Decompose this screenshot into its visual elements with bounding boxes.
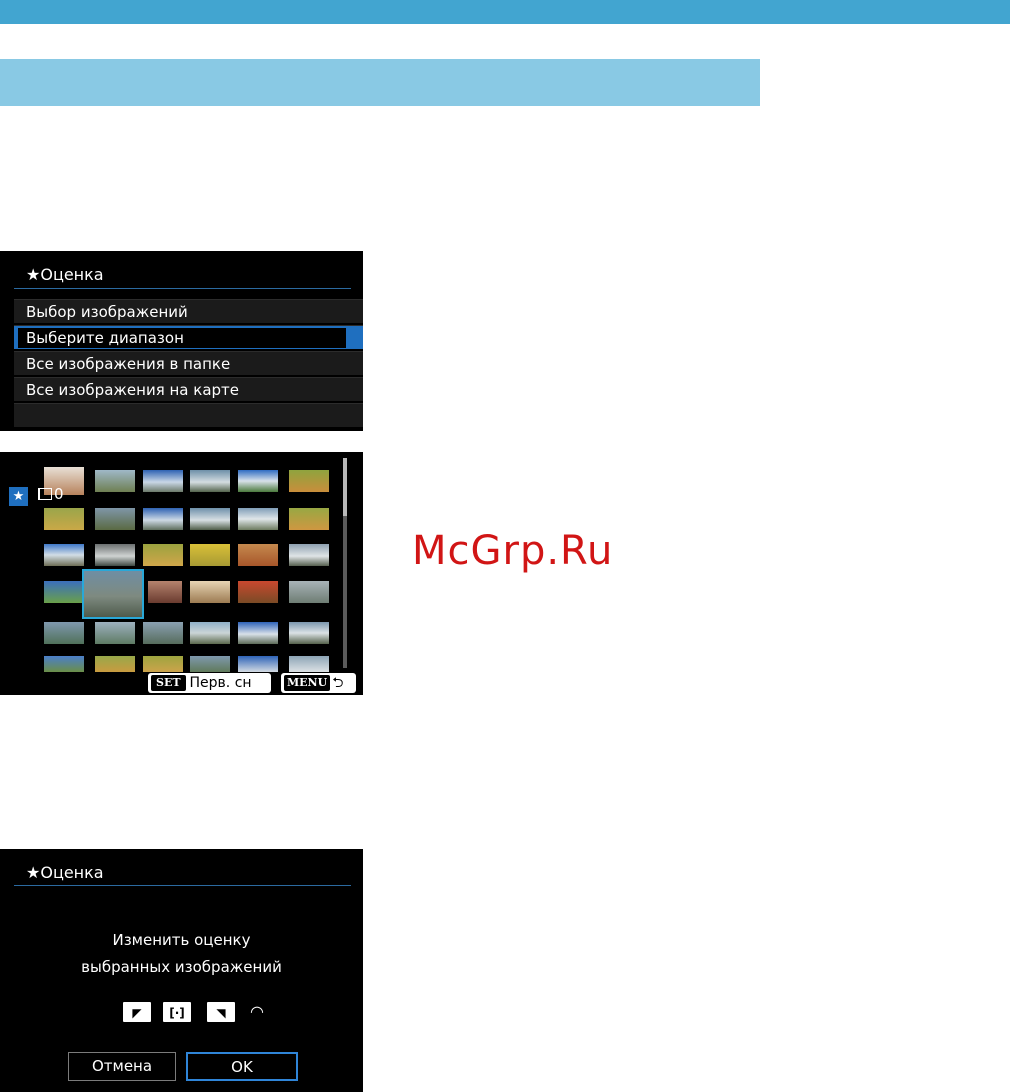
screen-title: ★Оценка [26, 863, 104, 882]
thumbnail[interactable] [143, 656, 183, 672]
thumbnail[interactable] [143, 470, 183, 492]
thumbnail[interactable] [190, 581, 230, 603]
thumbnail[interactable] [44, 656, 84, 672]
confirm-message-line2: выбранных изображений [81, 958, 282, 976]
thumbnail[interactable] [238, 544, 278, 566]
thumbnail[interactable] [143, 544, 183, 566]
thumbnail[interactable] [95, 656, 135, 672]
scrollbar[interactable] [343, 458, 347, 668]
thumbnail[interactable] [44, 622, 84, 644]
menu-item-label: Все изображения на карте [26, 381, 239, 399]
thumbnail[interactable] [143, 508, 183, 530]
range-marker-icon: [·] [162, 1001, 192, 1023]
image-count-icon [38, 488, 52, 500]
menu-item-label: Выберите диапазон [18, 328, 346, 348]
menu-back-button[interactable]: MENU ⮌ [281, 673, 356, 693]
thumbnail[interactable] [95, 622, 135, 644]
cancel-button[interactable]: Отмена [68, 1052, 176, 1081]
top-header-bar [0, 0, 1010, 24]
scrollbar-thumb[interactable] [343, 458, 347, 516]
section-header-bar [0, 59, 760, 106]
thumbnail[interactable] [143, 622, 183, 644]
screen-title: ★Оценка [26, 265, 104, 284]
menu-item-select-images[interactable]: Выбор изображений [14, 299, 363, 323]
thumbnail[interactable] [238, 508, 278, 530]
menu-key-label: MENU [284, 675, 331, 691]
selected-count: 0 [38, 485, 64, 503]
confirm-message-line1: Изменить оценку [112, 931, 251, 949]
menu-item-select-range[interactable]: Выберите диапазон [14, 325, 363, 349]
thumbnail[interactable] [238, 622, 278, 644]
thumbnail[interactable] [289, 656, 329, 672]
thumbnail[interactable] [44, 581, 84, 603]
thumbnail[interactable] [238, 581, 278, 603]
dial-icon: ◠ [250, 1002, 264, 1021]
menu-item-label: Все изображения в папке [26, 355, 231, 373]
thumbnail[interactable] [44, 508, 84, 530]
thumbnail[interactable] [95, 508, 135, 530]
rating-confirm-screen: ★Оценка Изменить оценку выбранных изобра… [0, 849, 363, 1092]
rating-menu-screen: ★Оценка Выбор изображений Выберите диапа… [0, 251, 363, 431]
thumbnail[interactable] [190, 470, 230, 492]
thumbnail[interactable] [95, 544, 135, 566]
watermark: McGrp.Ru [412, 528, 614, 574]
menu-empty-row [14, 403, 363, 427]
menu-item-all-on-card[interactable]: Все изображения на карте [14, 377, 363, 401]
title-divider [14, 288, 351, 289]
thumbnail[interactable] [190, 508, 230, 530]
set-first-image-button[interactable]: SET Перв. сн [148, 673, 271, 693]
thumbnail[interactable] [190, 622, 230, 644]
thumbnail[interactable] [190, 656, 230, 672]
image-range-grid-screen: ★ 0 SET Перв. сн MENU ⮌ [0, 452, 363, 695]
thumbnail[interactable] [238, 656, 278, 672]
menu-item-label: Выбор изображений [26, 303, 188, 321]
rating-star-badge: ★ [9, 487, 28, 506]
ok-button[interactable]: OK [186, 1052, 298, 1081]
thumbnail[interactable] [289, 622, 329, 644]
back-arrow-icon: ⮌ [332, 675, 344, 691]
set-action-label: Перв. сн [189, 675, 252, 691]
thumbnail[interactable] [148, 581, 182, 603]
menu-item-all-in-folder[interactable]: Все изображения в папке [14, 351, 363, 375]
thumbnail[interactable] [289, 544, 329, 566]
selected-count-value: 0 [54, 485, 64, 503]
thumbnail[interactable] [238, 470, 278, 492]
thumbnail[interactable] [44, 544, 84, 566]
range-end-icon: ◥ [206, 1001, 236, 1023]
thumbnail[interactable] [95, 470, 135, 492]
thumbnail[interactable] [289, 581, 329, 603]
thumbnail[interactable] [289, 508, 329, 530]
selected-thumbnail[interactable] [82, 569, 144, 619]
set-key-label: SET [151, 675, 186, 691]
range-start-icon: ◤ [122, 1001, 152, 1023]
thumbnail[interactable] [190, 544, 230, 566]
title-divider [14, 885, 351, 886]
thumbnail[interactable] [289, 470, 329, 492]
